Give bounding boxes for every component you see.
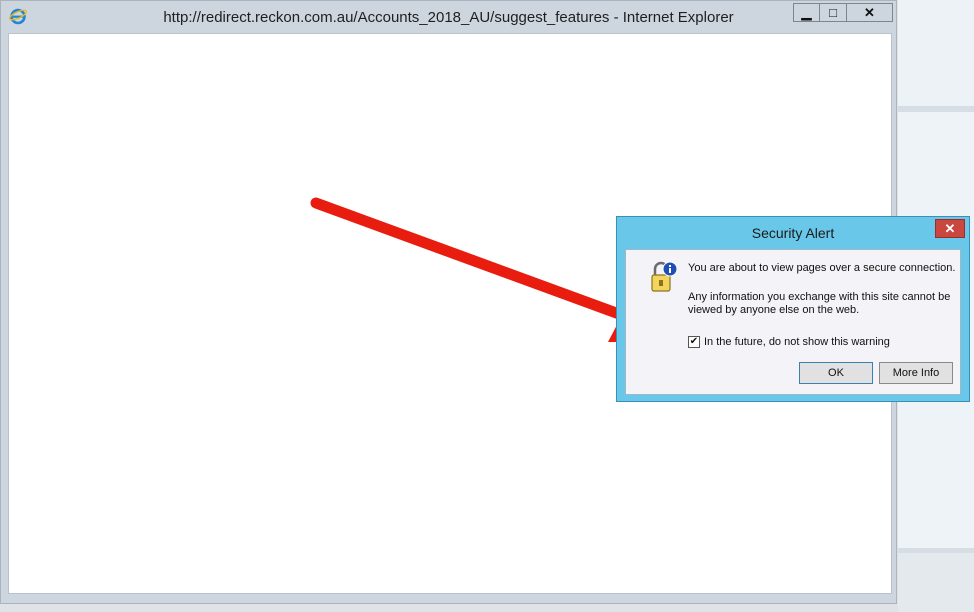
warning-checkbox[interactable]: ✔	[688, 336, 700, 348]
desktop-panel	[898, 553, 974, 612]
window-title: http://redirect.reckon.com.au/Accounts_2…	[163, 9, 734, 26]
minimize-icon: ▁	[801, 4, 812, 20]
security-alert-dialog: Security Alert ✕ You are about to view p…	[616, 216, 970, 402]
warning-checkbox-row[interactable]: ✔ In the future, do not show this warnin…	[688, 336, 890, 348]
maximize-button[interactable]: □	[820, 3, 847, 22]
dialog-title: Security Alert	[751, 225, 835, 241]
message-primary: You are about to view pages over a secur…	[688, 262, 956, 274]
checkbox-label: In the future, do not show this warning	[704, 336, 890, 348]
checkmark-icon: ✔	[689, 336, 699, 347]
dialog-close-button[interactable]: ✕	[935, 219, 965, 238]
maximize-icon: □	[829, 5, 837, 20]
minimize-button[interactable]: ▁	[793, 3, 820, 22]
close-button[interactable]: ✕	[847, 3, 893, 22]
dialog-body: You are about to view pages over a secur…	[625, 249, 961, 395]
desktop-panel	[898, 0, 974, 106]
ok-button[interactable]: OK	[799, 362, 873, 384]
more-info-button[interactable]: More Info	[879, 362, 953, 384]
close-icon: ✕	[864, 4, 875, 20]
lock-info-icon	[651, 261, 678, 292]
message-secondary: Any information you exchange with this s…	[688, 291, 951, 316]
close-icon: ✕	[944, 220, 956, 236]
ie-titlebar[interactable]: http://redirect.reckon.com.au/Accounts_2…	[1, 1, 896, 33]
